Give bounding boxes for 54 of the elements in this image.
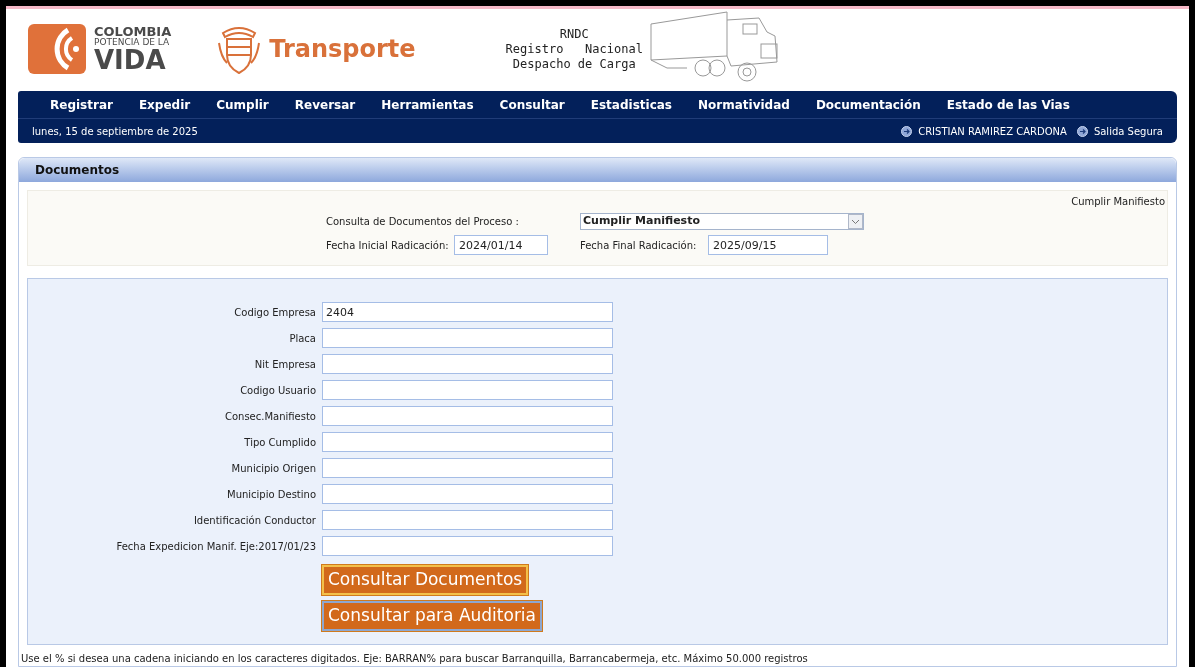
field-label: Municipio Destino <box>226 487 317 502</box>
field-label: Nit Empresa <box>253 357 317 372</box>
text-field[interactable]: 2404 <box>322 302 613 322</box>
nav-menu-item[interactable]: Normatividad <box>698 95 790 114</box>
field-label: Codigo Empresa <box>233 305 317 320</box>
user-link[interactable]: CRISTIAN RAMIREZ CARDONA <box>918 123 1067 139</box>
rndc-text: RNDC <box>559 26 589 42</box>
nav-menu-item[interactable]: Reversar <box>294 95 356 114</box>
help-note: Use el % si desea una cadena iniciando en los caracteres digitados. Eje: BARRAN% para buscar Barranquilla, Barrancabermeja, etc. Máximo 50.000 registros <box>20 652 809 666</box>
date-from-field[interactable]: 2024/01/14 <box>454 235 548 255</box>
nav-menu-item[interactable]: Documentación <box>815 95 921 114</box>
field-label: Placa <box>288 331 317 346</box>
text-field[interactable] <box>322 510 613 530</box>
text-field[interactable] <box>322 328 613 348</box>
nav-menu-item[interactable]: Herramientas <box>381 95 474 114</box>
nav-menu-item[interactable]: Consultar <box>499 95 565 114</box>
field-label: Fecha Expedicion Manif. Eje:2017/01/23 <box>115 539 317 554</box>
field-label: Tipo Cumplido <box>243 435 317 450</box>
field-label: Identificación Conductor <box>192 513 317 528</box>
logo-text-middle: POTENCIA DE LA <box>94 38 171 47</box>
panel-title: Documentos <box>35 162 120 179</box>
nav-menu-item[interactable]: Cumplir <box>216 95 269 114</box>
text-field[interactable] <box>322 458 613 478</box>
submit-button[interactable]: Consultar Documentos <box>322 565 529 595</box>
process-select[interactable]: Cumplir Manifiesto <box>580 213 864 230</box>
field-label: Fecha Final Radicación: <box>580 238 698 253</box>
logo-text-top: COLOMBIA <box>94 25 172 38</box>
field-label: Municipio Origen <box>230 461 317 476</box>
nav-menu-item[interactable]: Registrar <box>50 95 113 114</box>
logo-text-bottom: VIDA <box>94 47 167 73</box>
date-to-field[interactable]: 2025/09/15 <box>708 235 828 255</box>
rndc-text: Registro Nacional <box>505 41 643 57</box>
field-label: Consulta de Documentos del Proceso : <box>326 215 520 229</box>
nav-menu-item[interactable]: Estado de las Vias <box>946 95 1070 114</box>
nav-menu-item[interactable]: Expedir <box>138 95 191 114</box>
arrow-circle-icon <box>901 125 913 137</box>
brand-title: Transporte <box>269 34 416 65</box>
nav-menu-item[interactable]: Estadisticas <box>590 95 672 114</box>
text-field[interactable] <box>322 484 613 504</box>
text-field[interactable] <box>322 354 613 374</box>
submit-button[interactable]: Consultar para Auditoria <box>322 601 542 631</box>
logout-link[interactable]: Salida Segura <box>1093 123 1163 139</box>
arrow-circle-icon <box>1076 125 1088 137</box>
field-label: Codigo Usuario <box>239 383 317 398</box>
process-caption: Cumplir Manifiesto <box>1071 195 1165 209</box>
date-text: lunes, 15 de septiembre de 2025 <box>32 124 198 139</box>
field-label: Consec.Manifiesto <box>223 409 317 424</box>
text-field[interactable] <box>322 380 613 400</box>
rndc-text: Despacho de Carga <box>512 56 636 72</box>
text-field[interactable] <box>322 406 613 426</box>
field-label: Fecha Inicial Radicación: <box>326 238 450 253</box>
text-field[interactable] <box>322 432 613 452</box>
text-field[interactable] <box>322 536 613 556</box>
colombia-logo-icon <box>28 24 86 74</box>
